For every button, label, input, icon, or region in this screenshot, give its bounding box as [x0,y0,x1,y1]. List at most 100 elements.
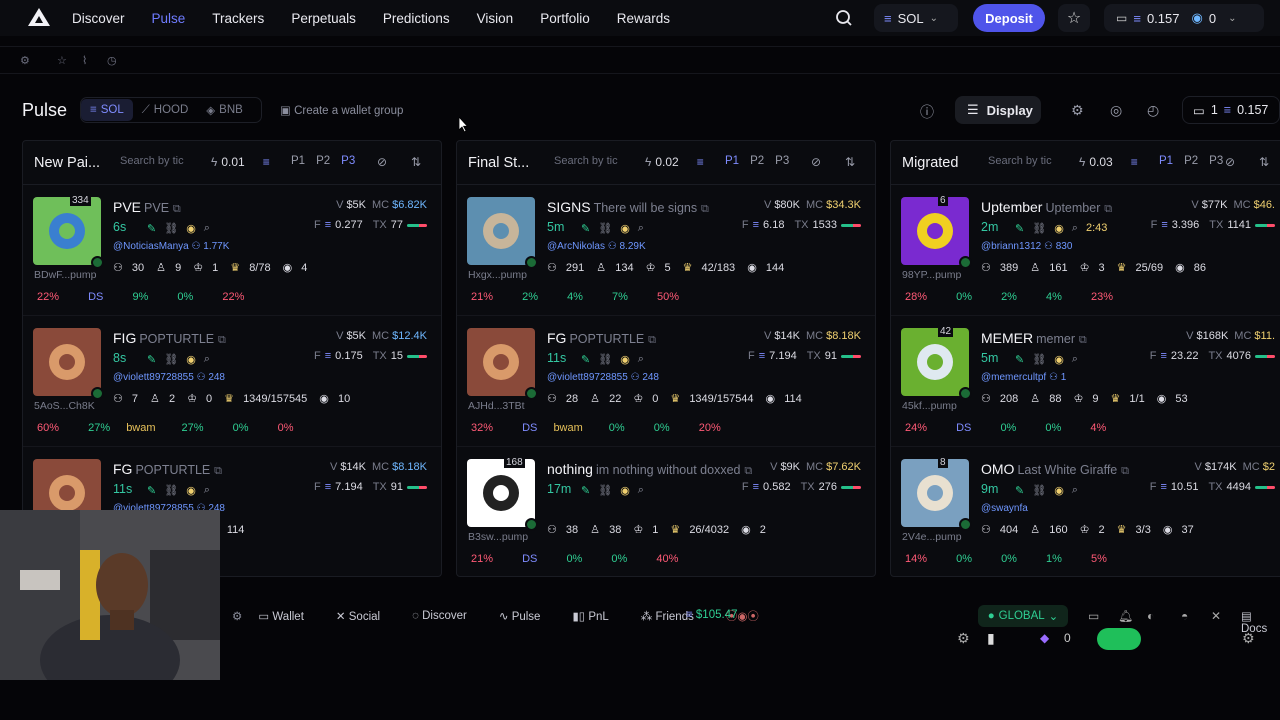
token-card[interactable]: 8 2V4e...pump OMO Last White Giraffe ⧉ 9m ✎ ⛓ ◉… [891,447,1280,576]
coin-icon[interactable]: ◉ [186,222,196,235]
chain-tab-bnb[interactable]: ◈ BNB [197,99,252,121]
token-address[interactable]: 2V4e...pump [902,531,962,543]
create-wallet-group-button[interactable]: ▣ Create a wallet group [280,103,403,117]
link-icon[interactable]: ⛓ [598,353,612,366]
nav-rewards[interactable]: Rewards [617,11,670,26]
pencil-icon[interactable]: ✎ [581,484,590,497]
token-name[interactable]: FIG POPTURTLE ⧉ [113,330,226,347]
bottom-wallet[interactable]: ▭ Wallet [258,609,320,623]
copy-icon[interactable]: ⧉ [214,465,222,477]
display-button[interactable]: ☰ Display [955,96,1041,124]
token-address[interactable]: 98YP...pump [902,269,961,281]
nav-vision[interactable]: Vision [477,11,514,26]
pencil-icon[interactable]: ✎ [1015,353,1024,366]
bottom-discover[interactable]: ◌ Discover [412,610,483,622]
hide-icon[interactable]: ⊘ [377,155,391,169]
preset-p1[interactable]: P1 [1159,155,1173,167]
token-image[interactable] [467,459,535,527]
preset-p1[interactable]: P1 [725,155,739,167]
token-card[interactable]: 6 98YP...pump Uptember Uptember ⧉ 2m ✎ ⛓ ◉ ⌕ 2:43… [891,185,1280,316]
token-card[interactable]: Hxgx...pump SIGNS There will be signs ⧉ 5m ✎… [457,185,875,316]
copy-icon[interactable]: ⧉ [1104,203,1112,215]
filter-icon[interactable]: ⇅ [411,155,425,169]
nav-predictions[interactable]: Predictions [383,11,450,26]
link-icon[interactable]: ⛓ [164,484,178,497]
token-card[interactable]: 5AoS...Ch8K FIG POPTURTLE ⧉ 8s ✎ ⛓ ◉ ⌕ @violett8… [23,316,441,447]
token-image[interactable] [901,197,969,265]
green-action-button[interactable] [1097,628,1141,650]
copy-icon[interactable]: ⧉ [1079,334,1087,346]
bottom-balance[interactable]: ≡ $105.47 [686,609,737,621]
book-icon[interactable]: ▮ [987,630,995,647]
star-icon[interactable]: ☆ [57,54,69,67]
search-icon[interactable]: ⌕ [1072,222,1078,235]
preset-p2[interactable]: P2 [316,155,330,167]
token-image[interactable] [33,328,101,396]
chain-tab-sol[interactable]: ≡ SOL [81,99,133,121]
preset-p2[interactable]: P2 [750,155,764,167]
twitter-handle[interactable]: @violett89728855 ⚇ 248 [547,372,659,383]
copy-icon[interactable]: ⧉ [744,465,752,477]
search-icon[interactable]: ⌕ [1072,484,1078,497]
eye-icon[interactable]: ◎ [1110,102,1122,130]
filter-icon[interactable]: ⇅ [845,155,859,169]
token-image[interactable] [33,197,101,265]
nav-portfolio[interactable]: Portfolio [540,11,590,26]
twitter-handle[interactable]: @briann1312 ⚇ 830 [981,241,1072,252]
history-icon[interactable]: ◷ [107,54,119,67]
search-icon[interactable]: ⌕ [638,222,644,235]
chart-icon[interactable]: ⌇ [82,54,94,67]
token-address[interactable]: B3sw...pump [468,531,528,543]
coin-icon[interactable]: ◉ [1054,484,1064,497]
twitter-handle[interactable]: @NoticiasManya ⚇ 1.77K [113,241,229,252]
bell-icon[interactable]: 🔔︎ [1118,609,1133,623]
token-address[interactable]: 5AoS...Ch8K [34,400,95,412]
link-icon[interactable]: ⛓ [164,222,178,235]
settings-icon[interactable]: ⚙ [20,54,32,67]
copy-icon[interactable]: ⧉ [173,203,181,215]
help-icon[interactable]: ⓘ [920,102,934,130]
token-name[interactable]: nothing im nothing without doxxed ⧉ [547,461,752,478]
token-image[interactable] [467,197,535,265]
palette-icon[interactable]: ◐ [1147,609,1154,623]
settings-icon[interactable]: ⚙ [1242,630,1255,647]
token-image[interactable] [901,459,969,527]
settings-icon[interactable]: ⚙ [957,630,970,647]
pencil-icon[interactable]: ✎ [1015,222,1024,235]
settings-icon[interactable]: ⚙ [232,609,242,623]
pencil-icon[interactable]: ✎ [147,484,156,497]
search-icon[interactable]: ⌕ [638,484,644,497]
column-search-input[interactable]: Search by tic [120,155,184,167]
token-address[interactable]: AJHd...3TBt [468,400,525,412]
quick-buy-amount[interactable]: ϟ 0.01 ≡ [211,155,270,169]
copy-icon[interactable]: ⧉ [1121,465,1129,477]
token-name[interactable]: SIGNS There will be signs ⧉ [547,199,709,216]
token-name[interactable]: PVE PVE ⧉ [113,199,181,216]
chain-selector[interactable]: ≡ SOL ⌄ [874,4,958,32]
token-image[interactable] [467,328,535,396]
discord-icon[interactable]: ◓ [1181,609,1188,623]
search-icon[interactable] [832,6,856,30]
token-name[interactable]: FG POPTURTLE ⧉ [113,461,222,478]
deposit-button[interactable]: Deposit [973,4,1045,32]
wallet-balance-box[interactable]: ▭ ≡ 0.157 ◉ 0 ⌄ [1104,4,1264,32]
preset-p2[interactable]: P2 [1184,155,1198,167]
twitter-handle[interactable]: @violett89728855 ⚇ 248 [113,372,225,383]
token-address[interactable]: Hxgx...pump [468,269,527,281]
link-icon[interactable]: ⛓ [598,484,612,497]
token-name[interactable]: Uptember Uptember ⧉ [981,199,1112,216]
layout-icon[interactable]: ▭ [1088,609,1099,623]
token-name[interactable]: FG POPTURTLE ⧉ [547,330,656,347]
copy-icon[interactable]: ⧉ [701,203,709,215]
twitter-handle[interactable]: @swaynfa [981,503,1028,514]
search-icon[interactable]: ⌕ [1072,353,1078,366]
link-icon[interactable]: ⛓ [598,222,612,235]
search-icon[interactable]: ⌕ [638,353,644,366]
search-icon[interactable]: ⌕ [204,353,210,366]
coin-icon[interactable]: ◉ [186,353,196,366]
quick-buy-amount[interactable]: ϟ 0.02 ≡ [645,155,704,169]
coin-icon[interactable]: ◉ [1054,222,1064,235]
coin-icon[interactable]: ◉ [1054,353,1064,366]
coin-icon[interactable]: ◉ [620,222,630,235]
copy-icon[interactable]: ⧉ [218,334,226,346]
